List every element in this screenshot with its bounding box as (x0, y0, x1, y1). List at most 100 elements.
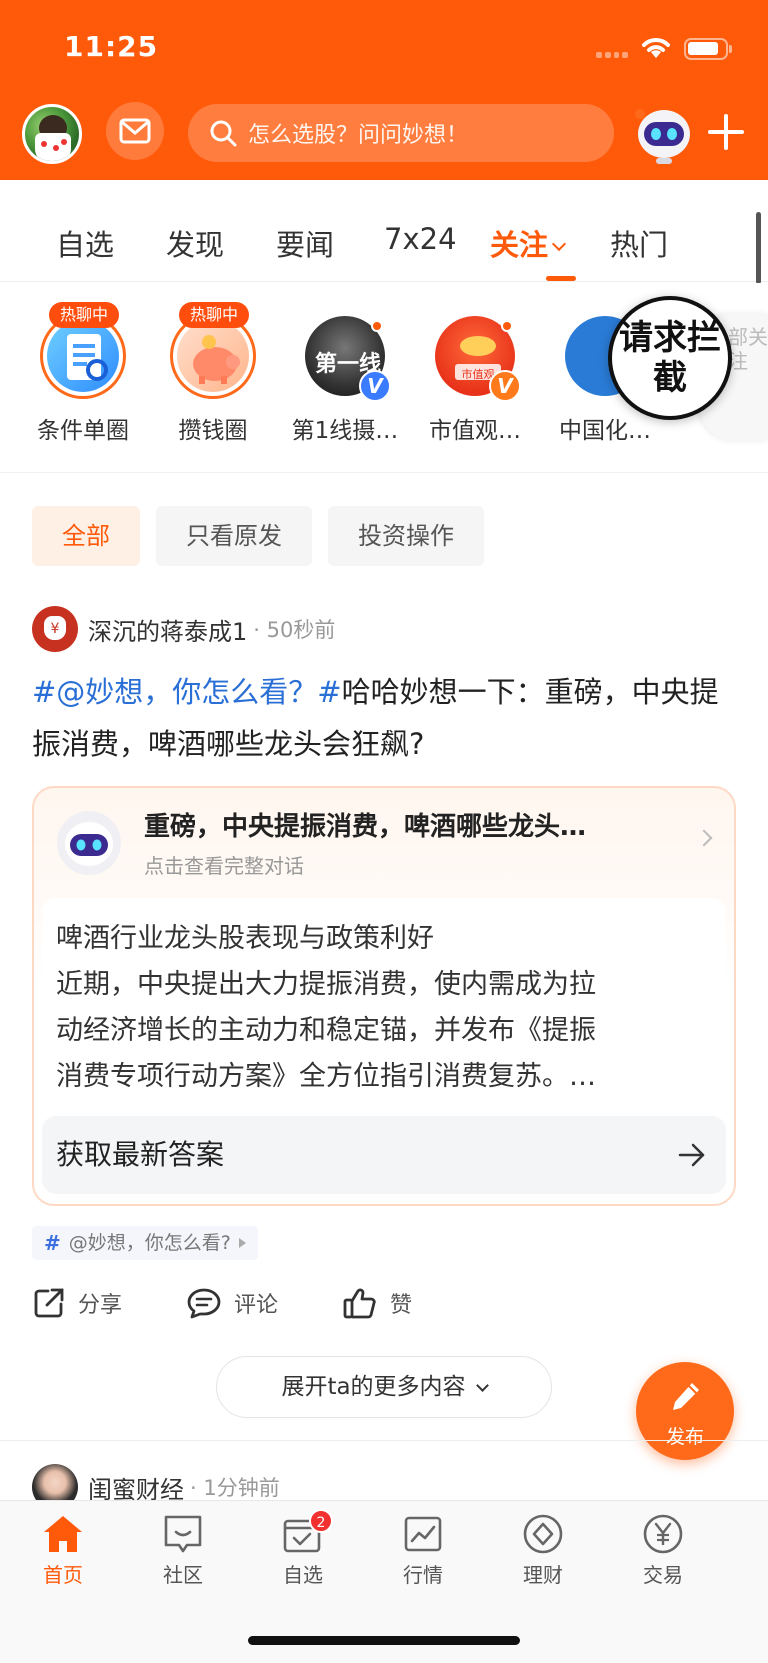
tab-discover[interactable]: 发现 (166, 222, 224, 264)
circle-avatar: 第一线 V (302, 313, 391, 402)
circle-avatar: 市值观 V (432, 313, 521, 402)
nav-wealth[interactable]: 理财 (493, 1513, 593, 1588)
post-divider (0, 1440, 768, 1441)
piggy-bank-icon (193, 335, 240, 384)
answer-line: 消费专项行动方案》全方位指引消费复苏。… (56, 1061, 596, 1092)
thumbs-up-icon (343, 1288, 376, 1319)
topic-label: @妙想，你怎么看? (68, 1232, 231, 1254)
tab-7x24[interactable]: 7x24 (384, 222, 457, 256)
unread-dot (501, 320, 513, 332)
nav-home[interactable]: 首页 (13, 1513, 113, 1588)
share-button[interactable]: 分享 (32, 1286, 122, 1320)
circle-item[interactable]: 热聊中 条件单圈 (18, 302, 148, 445)
tab-hot[interactable]: 热门 (610, 222, 668, 264)
publish-button[interactable]: 发布 (636, 1362, 734, 1460)
chevron-down-icon (551, 236, 567, 252)
circle-name: 攒钱圈 (178, 418, 248, 444)
post-time: · 1分钟前 (190, 1476, 280, 1500)
share-icon (34, 1288, 64, 1318)
verified-badge: V (359, 370, 391, 402)
chevron-down-icon (475, 1379, 489, 1392)
status-time: 11:25 (64, 30, 159, 63)
active-tab-indicator (546, 276, 576, 281)
hot-badge: 热聊中 (49, 302, 119, 328)
add-icon[interactable] (706, 112, 746, 152)
triangle-right-icon (238, 1238, 246, 1248)
topic-chip[interactable]: # @妙想，你怎么看? (32, 1226, 258, 1260)
unread-dot (371, 320, 383, 332)
ai-view-full: 点击查看完整对话 (144, 854, 304, 878)
home-icon (44, 1516, 82, 1552)
request-intercept-overlay[interactable]: 请求拦截 (608, 296, 732, 420)
post-header: 深沉的蒋泰成1 · 50秒前 (32, 606, 335, 652)
search-placeholder: 怎么选股？问问妙想！ (248, 123, 469, 148)
tab-watchlist[interactable]: 自选 (56, 222, 114, 264)
wifi-icon (642, 38, 670, 58)
notification-badge: 2 (309, 1509, 333, 1533)
filter-investment[interactable]: 投资操作 (328, 506, 484, 566)
comment-button[interactable]: 评论 (186, 1286, 278, 1320)
community-icon (164, 1515, 202, 1553)
search-icon (210, 120, 237, 147)
circle-item[interactable]: 热聊中 攒钱圈 (148, 302, 278, 445)
nav-label: 社区 (163, 1563, 203, 1587)
author-name[interactable]: 深沉的蒋泰成1 (88, 612, 247, 647)
tab-following[interactable]: 关注 (490, 222, 567, 264)
chart-icon (404, 1516, 442, 1552)
robot-assistant-icon (57, 811, 121, 875)
chevron-right-icon (695, 829, 713, 847)
get-latest-label: 获取最新答案 (56, 1138, 225, 1171)
post-content[interactable]: #@妙想，你怎么看？#哈哈妙想一下：重磅，中央提振消费，啤酒哪些龙头会狂飙? (32, 666, 736, 770)
tabs-scrollbar (756, 212, 761, 284)
nav-label: 自选 (283, 1563, 323, 1587)
expand-label: 展开ta的更多内容 (281, 1374, 466, 1400)
nav-label: 行情 (403, 1563, 443, 1587)
get-latest-answer-button[interactable]: 获取最新答案 (42, 1116, 726, 1194)
post-topic-link[interactable]: #@妙想，你怎么看？# (32, 675, 342, 709)
circle-name: 条件单圈 (37, 418, 129, 444)
user-avatar[interactable] (22, 104, 82, 164)
expand-more-button[interactable]: 展开ta的更多内容 (216, 1356, 552, 1418)
battery-icon (684, 38, 732, 60)
diamond-icon (523, 1514, 563, 1554)
pencil-icon (673, 1383, 699, 1410)
filter-original[interactable]: 只看原发 (156, 506, 312, 566)
nav-market[interactable]: 行情 (373, 1513, 473, 1588)
post-filters: 全部 只看原发 投资操作 (32, 506, 484, 566)
signal-icon (596, 52, 628, 58)
author-avatar[interactable] (32, 606, 78, 652)
answer-line: 啤酒行业龙头股表现与政策利好 (56, 923, 434, 954)
verified-badge: V (489, 370, 521, 402)
mail-button[interactable] (106, 102, 164, 160)
top-header: 11:25 怎么选股？问问妙想！ (0, 0, 768, 180)
ai-question: 重磅，中央提振消费，啤酒哪些龙头… (144, 812, 587, 842)
feed-tabs: 自选 发现 要闻 7x24 关注 热门 (0, 180, 768, 282)
nav-watchlist[interactable]: 2 自选 (253, 1509, 353, 1588)
circle-name: 第1线摄… (291, 418, 399, 444)
comment-icon (187, 1288, 221, 1319)
clipboard-icon (67, 334, 108, 381)
nav-label: 首页 (43, 1563, 83, 1587)
tab-news[interactable]: 要闻 (276, 222, 334, 264)
answer-line: 动经济增长的主动力和稳定锚，并发布《提振 (56, 1015, 596, 1046)
arrow-right-icon (678, 1143, 705, 1167)
search-bar[interactable]: 怎么选股？问问妙想！ (188, 104, 614, 162)
hashtag-icon: # (44, 1231, 61, 1255)
robot-assistant-icon[interactable] (630, 100, 698, 166)
post-time: · 50秒前 (253, 618, 336, 642)
nav-label: 交易 (643, 1563, 683, 1587)
post-actions: 分享 评论 赞 (32, 1286, 470, 1320)
publish-label: 发布 (665, 1426, 704, 1448)
filter-all[interactable]: 全部 (32, 506, 140, 566)
ai-answer-card[interactable]: 重磅，中央提振消费，啤酒哪些龙头… 点击查看完整对话 啤酒行业龙头股表现与政策利… (32, 786, 736, 1206)
nav-trade[interactable]: 交易 (613, 1513, 713, 1588)
home-indicator[interactable] (248, 1636, 520, 1645)
ai-answer-body: 啤酒行业龙头股表现与政策利好 近期，中央提出大力提振消费，使内需成为拉 动经济增… (42, 898, 726, 1092)
like-button[interactable]: 赞 (342, 1286, 412, 1320)
nav-label: 理财 (523, 1563, 563, 1587)
circle-item[interactable]: 第一线 V 第1线摄… (280, 313, 410, 445)
like-label: 赞 (390, 1293, 413, 1318)
nav-community[interactable]: 社区 (133, 1513, 233, 1588)
circle-item[interactable]: 市值观 V 市值观… (410, 313, 540, 445)
mail-icon (119, 118, 151, 144)
